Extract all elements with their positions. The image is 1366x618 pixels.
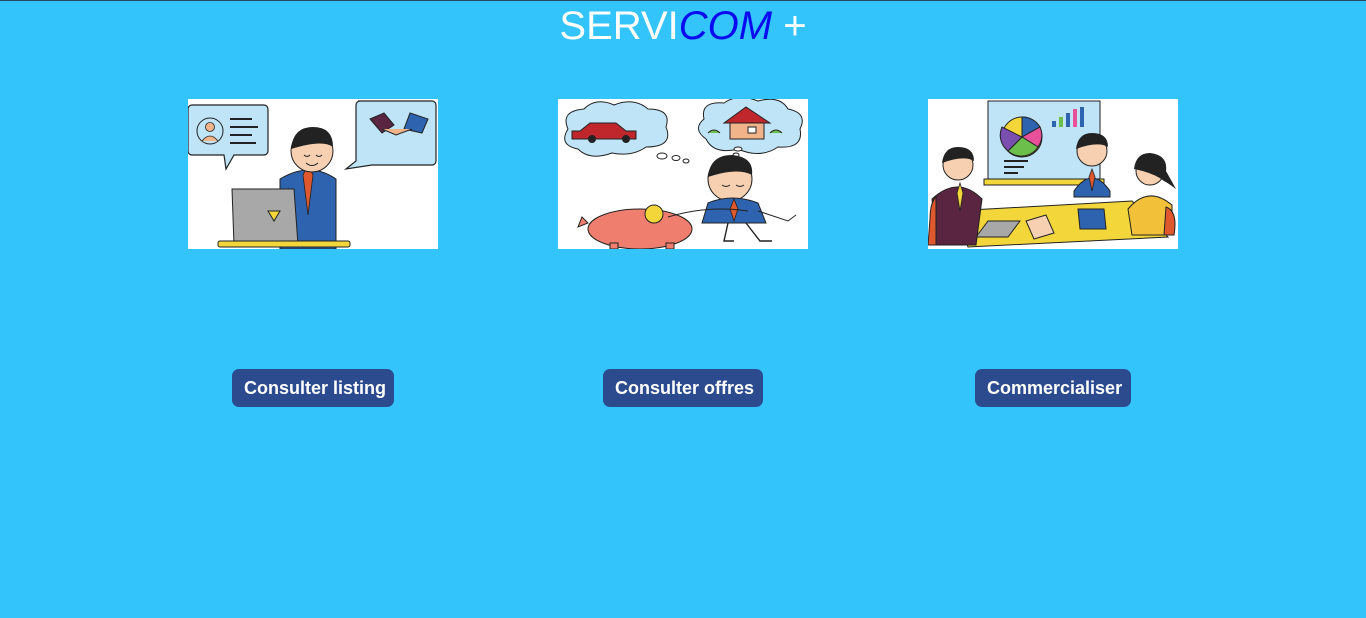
- title-part-plus: +: [772, 4, 807, 48]
- business-meeting-presentation-illustration: [928, 99, 1178, 249]
- title-part-com: COM: [678, 4, 773, 48]
- consulter-listing-button[interactable]: Consulter listing: [232, 369, 394, 407]
- salesman-laptop-handshake-illustration: [188, 99, 438, 249]
- page-title: SERVICOM +: [0, 3, 1366, 49]
- top-border: [0, 0, 1366, 1]
- consulter-offres-button[interactable]: Consulter offres: [603, 369, 763, 407]
- title-part-servi: SERVI: [559, 4, 679, 48]
- commercialiser-button[interactable]: Commercialiser: [975, 369, 1131, 407]
- piggy-bank-dreams-illustration: [558, 99, 808, 249]
